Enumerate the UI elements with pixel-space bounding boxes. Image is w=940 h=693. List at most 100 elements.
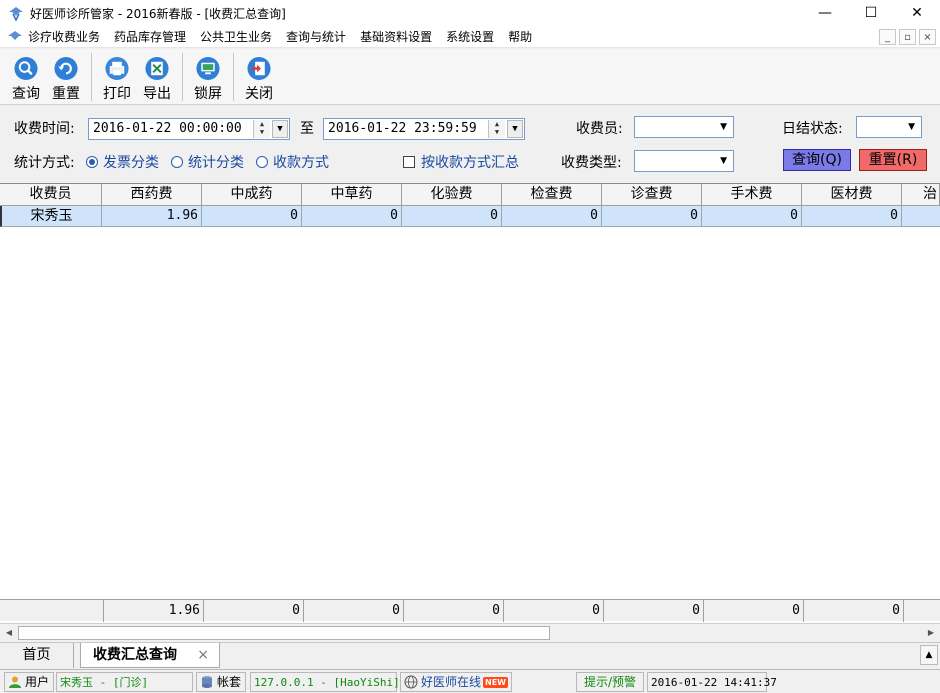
mdi-minimize-button[interactable]: _ [879, 29, 896, 45]
to-label: 至 [300, 121, 314, 137]
status-alert[interactable]: 提示/预警 [576, 672, 644, 692]
table-cell[interactable]: 0 [702, 206, 802, 227]
reset-button[interactable]: 重置(R) [859, 149, 927, 171]
radio-payment-method-label: 收款方式 [273, 155, 329, 171]
tab-charge-summary-label: 收费汇总查询 [93, 647, 177, 663]
menu-item-query-statistics[interactable]: 查询与统计 [286, 28, 346, 45]
totals-row: 1.96 0 0 0 0 0 0 0 [0, 599, 940, 622]
status-user: 用户 [4, 672, 54, 692]
column-header[interactable]: 手术费 [702, 184, 802, 206]
checkbox-unchecked-icon [403, 156, 415, 168]
window-controls: — ☐ ✕ [802, 0, 940, 26]
globe-icon [404, 675, 418, 689]
charge-time-label: 收费时间: [14, 121, 75, 137]
menu-bar: 诊疗收费业务 药品库存管理 公共卫生业务 查询与统计 基础资料设置 系统设置 帮… [0, 26, 940, 48]
horizontal-scrollbar[interactable]: ◀ ▶ [0, 623, 940, 641]
radio-invoice-category[interactable]: 发票分类 [86, 152, 159, 172]
menu-item-clinic-billing[interactable]: 诊疗收费业务 [28, 28, 100, 45]
maximize-button[interactable]: ☐ [848, 0, 894, 26]
radio-payment-method[interactable]: 收款方式 [256, 152, 329, 172]
menu-item-system-settings[interactable]: 系统设置 [446, 28, 494, 45]
menu-item-help[interactable]: 帮助 [508, 28, 532, 45]
cashier-select[interactable]: ▼ [634, 116, 734, 138]
fee-type-select[interactable]: ▼ [634, 150, 734, 172]
tab-home[interactable]: 首页 [0, 643, 74, 668]
close-toolbar-button[interactable]: 关闭 [239, 49, 279, 103]
mdi-restore-button[interactable]: ▫ [899, 29, 916, 45]
reset-toolbar-label: 重置 [52, 86, 80, 102]
menu-item-public-health[interactable]: 公共卫生业务 [200, 28, 272, 45]
time-to-spinner[interactable]: ▲ ▼ [488, 120, 505, 138]
export-toolbar-button[interactable]: 导出 [137, 49, 177, 103]
table-cell[interactable]: 0 [502, 206, 602, 227]
scroll-right-icon[interactable]: ▶ [923, 625, 939, 641]
total-cell: 1.96 [104, 600, 204, 622]
total-cell: 0 [404, 600, 504, 622]
time-to-dropdown-icon[interactable]: ▼ [507, 120, 523, 138]
scrollbar-thumb[interactable] [18, 626, 550, 640]
table-cell[interactable]: 0 [202, 206, 302, 227]
status-account[interactable]: 帐套 [196, 672, 246, 692]
chevron-down-icon: ▼ [720, 156, 727, 166]
column-header[interactable]: 收费员 [0, 184, 102, 206]
total-cell [904, 600, 940, 622]
status-server: 127.0.0.1 - [HaoYiShi] [250, 672, 400, 692]
exit-icon [247, 56, 271, 81]
close-toolbar-label: 关闭 [245, 86, 273, 102]
menu-item-drug-inventory[interactable]: 药品库存管理 [114, 28, 186, 45]
app-logo-icon [9, 7, 23, 22]
query-toolbar-button[interactable]: 查询 [6, 49, 46, 103]
monitor-icon [196, 56, 220, 81]
radio-unchecked-icon [256, 156, 268, 168]
table-cell[interactable]: 0 [802, 206, 902, 227]
scroll-left-icon[interactable]: ◀ [1, 625, 17, 641]
close-window-button[interactable]: ✕ [894, 0, 940, 26]
total-cell: 0 [504, 600, 604, 622]
radio-checked-icon [86, 156, 98, 168]
column-header[interactable]: 中草药 [302, 184, 402, 206]
column-header[interactable]: 中成药 [202, 184, 302, 206]
column-header[interactable]: 化验费 [402, 184, 502, 206]
print-toolbar-button[interactable]: 打印 [97, 49, 137, 103]
table-cell[interactable]: 0 [302, 206, 402, 227]
column-header[interactable]: 医材费 [802, 184, 902, 206]
minimize-button[interactable]: — [802, 0, 848, 26]
app-menu-icon[interactable] [7, 29, 23, 45]
toolbar-separator [91, 53, 92, 101]
radio-invoice-category-label: 发票分类 [103, 155, 159, 171]
chevron-up-icon[interactable]: ▲ [920, 645, 938, 665]
close-tab-icon[interactable]: × [197, 643, 209, 667]
toolbar-separator [182, 53, 183, 101]
mdi-close-button[interactable]: × [919, 29, 936, 45]
table-row[interactable]: 宋秀玉 1.96 0 0 0 0 0 0 0 [0, 206, 940, 227]
table-cell[interactable] [902, 206, 940, 227]
status-online-link[interactable]: 好医师在线 NEW [400, 672, 512, 692]
table-cell[interactable]: 1.96 [102, 206, 202, 227]
radio-stat-category[interactable]: 统计分类 [171, 152, 244, 172]
lock-screen-toolbar-button[interactable]: 锁屏 [188, 49, 228, 103]
settle-status-select[interactable]: ▼ [856, 116, 922, 138]
query-button[interactable]: 查询(Q) [783, 149, 851, 171]
menu-item-base-data[interactable]: 基础资料设置 [360, 28, 432, 45]
table-cell[interactable]: 宋秀玉 [0, 206, 102, 227]
excel-icon [145, 56, 169, 81]
column-header[interactable]: 治 [902, 184, 940, 206]
total-cell: 0 [604, 600, 704, 622]
time-from-dropdown-icon[interactable]: ▼ [272, 120, 288, 138]
summary-by-payment-checkbox[interactable]: 按收款方式汇总 [403, 152, 519, 172]
status-account-label: 帐套 [217, 674, 242, 689]
time-to-field[interactable]: 2016-01-22 23:59:59 ▲ ▼ ▼ [323, 118, 525, 140]
settle-status-label: 日结状态: [782, 121, 843, 137]
column-header[interactable]: 检查费 [502, 184, 602, 206]
tab-charge-summary[interactable]: 收费汇总查询 × [80, 643, 220, 668]
time-from-field[interactable]: 2016-01-22 00:00:00 ▲ ▼ ▼ [88, 118, 290, 140]
time-from-spinner[interactable]: ▲ ▼ [253, 120, 270, 138]
summary-grid: 收费员 西药费 中成药 中草药 化验费 检查费 诊查费 手术费 医材费 治 宋秀… [0, 183, 940, 623]
table-cell[interactable]: 0 [602, 206, 702, 227]
column-header[interactable]: 诊查费 [602, 184, 702, 206]
total-cell: 0 [704, 600, 804, 622]
column-header[interactable]: 西药费 [102, 184, 202, 206]
table-cell[interactable]: 0 [402, 206, 502, 227]
reset-toolbar-button[interactable]: 重置 [46, 49, 86, 103]
status-user-value: 宋秀玉 - [门诊] [56, 672, 193, 692]
